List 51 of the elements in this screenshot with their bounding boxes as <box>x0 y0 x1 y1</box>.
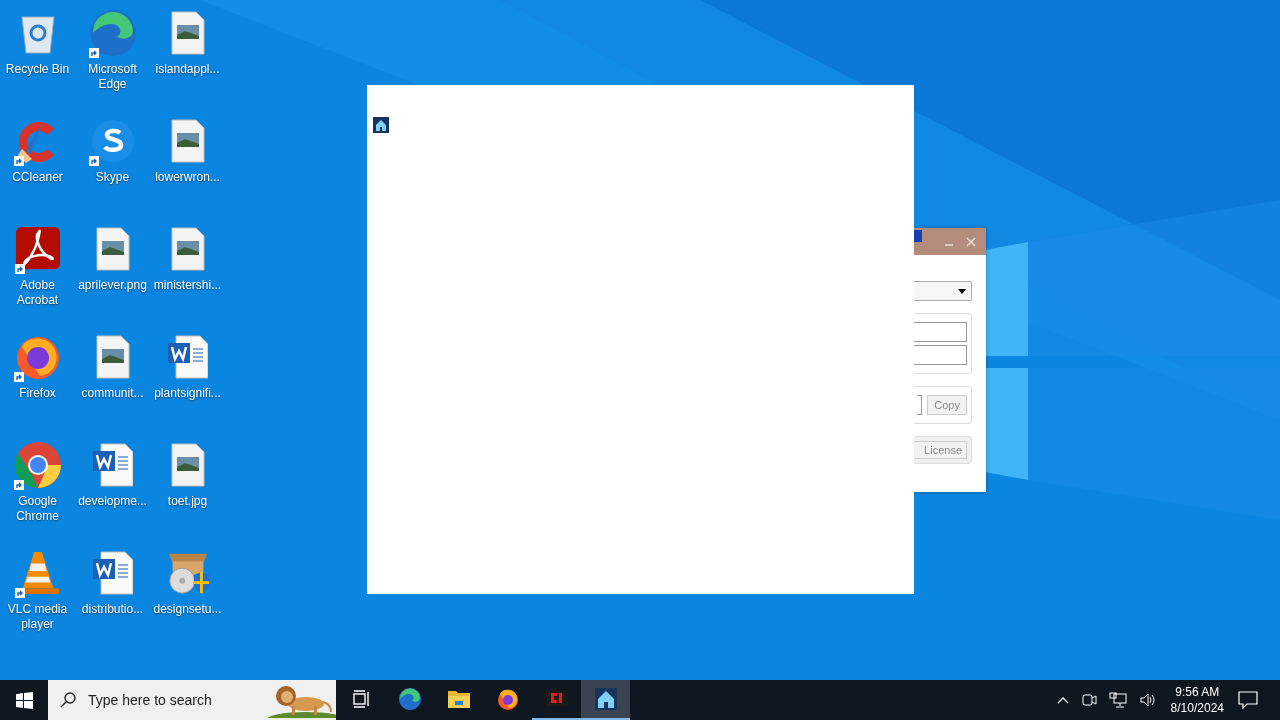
desktop-icon-label[interactable]: CCleaner <box>0 170 75 185</box>
speaker-icon[interactable] <box>1138 692 1157 708</box>
desktop-icon-label[interactable]: developme... <box>75 494 150 509</box>
image-file-icon[interactable] <box>169 227 206 271</box>
clock[interactable]: 9:56 AM 8/10/2024 <box>1170 684 1224 716</box>
desktop-icon-label[interactable]: aprilever.png <box>75 278 150 293</box>
search-box[interactable]: Type here to search <box>48 680 336 720</box>
word-document-icon[interactable] <box>92 551 133 595</box>
desktop-icon-label[interactable]: Skype <box>75 170 150 185</box>
chrome-icon[interactable] <box>13 441 62 489</box>
desktop-icon-label[interactable]: Google Chrome <box>0 494 75 524</box>
copy-button[interactable]: Copy <box>927 395 967 415</box>
dropdown-field[interactable] <box>914 281 972 301</box>
image-file-icon[interactable] <box>169 443 206 487</box>
firefox-icon <box>495 687 520 711</box>
desktop-icon-label[interactable]: VLC media player <box>0 602 75 632</box>
search-field[interactable]: Type here to search <box>86 691 255 709</box>
desktop-icon-label[interactable]: communit... <box>75 386 150 401</box>
desktop-icon-label[interactable]: Microsoft Edge <box>75 62 150 92</box>
desktop-icon-label[interactable]: plantsignifi... <box>150 386 225 401</box>
desktop-icon-label[interactable]: ministershi... <box>150 278 225 293</box>
notification-icon[interactable] <box>1238 690 1258 710</box>
search-icon <box>60 692 76 708</box>
chevron-up-icon[interactable] <box>1056 696 1069 704</box>
desktop-icon-label[interactable]: distributio... <box>75 602 150 617</box>
windows-logo-icon <box>15 691 33 709</box>
word-document-icon[interactable] <box>92 443 133 487</box>
image-file-icon[interactable] <box>94 227 131 271</box>
taskbar-button[interactable] <box>581 680 630 720</box>
house-icon <box>373 117 389 133</box>
license-button[interactable]: License <box>911 441 967 459</box>
desktop-icon-label[interactable]: lowerwron... <box>150 170 225 185</box>
house-icon <box>593 687 618 711</box>
desktop-icon-label[interactable]: Firefox <box>0 386 75 401</box>
camera-icon[interactable] <box>1080 692 1097 708</box>
date-text: 8/10/2024 <box>1170 700 1224 716</box>
edge-icon <box>397 687 422 711</box>
image-file-icon[interactable] <box>169 11 206 55</box>
input-field[interactable] <box>917 395 923 415</box>
desktop-icon-label[interactable]: islandappl... <box>150 62 225 77</box>
word-document-icon[interactable] <box>167 335 208 379</box>
image-file-icon[interactable] <box>169 119 206 163</box>
time-text: 9:56 AM <box>1175 684 1220 700</box>
desktop-icon-label[interactable]: Recycle Bin <box>0 62 75 77</box>
desktop-icon-label[interactable]: toet.jpg <box>150 494 225 509</box>
edge-icon[interactable] <box>88 9 137 57</box>
desktop-icon-label[interactable]: designsetu... <box>150 602 225 617</box>
desktop-icon-label[interactable]: Adobe Acrobat <box>0 278 75 308</box>
image-file-icon[interactable] <box>94 335 131 379</box>
network-icon[interactable] <box>1108 692 1127 708</box>
task-view-icon <box>351 690 370 708</box>
